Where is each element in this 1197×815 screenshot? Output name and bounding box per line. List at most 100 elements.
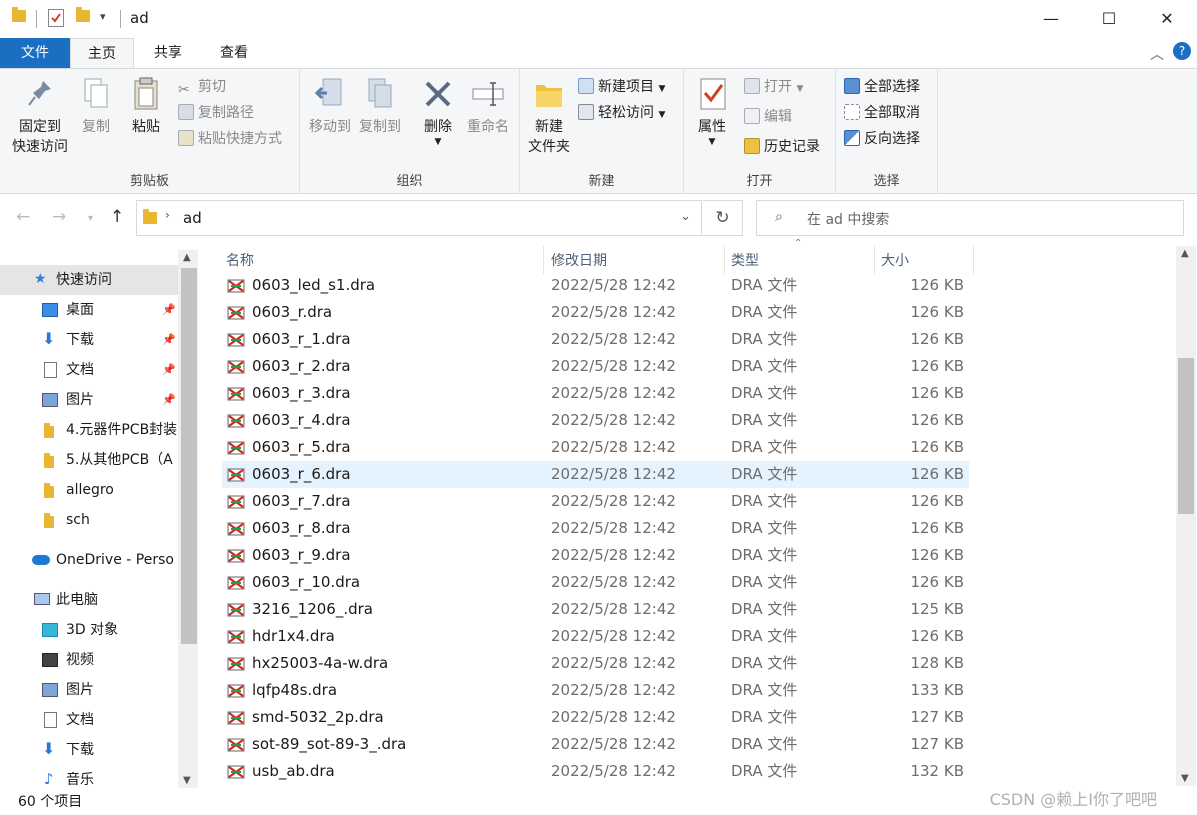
- tab-home[interactable]: 主页: [70, 38, 134, 68]
- scroll-down-icon[interactable]: ▼: [1181, 773, 1189, 784]
- nav-item-videos[interactable]: 视频: [0, 645, 178, 675]
- table-row[interactable]: 0603_r_7.dra 2022/5/28 12:42 DRA 文件 126 KB: [222, 488, 969, 515]
- table-row[interactable]: 0603_r_8.dra 2022/5/28 12:42 DRA 文件 126 KB: [222, 515, 969, 542]
- table-row[interactable]: 0603_r_10.dra 2022/5/28 12:42 DRA 文件 126 KB: [222, 569, 969, 596]
- search-input[interactable]: 在 ad 中搜索: [807, 209, 889, 229]
- nav-item-folder[interactable]: 5.从其他PCB（A: [0, 445, 178, 475]
- table-row[interactable]: 0603_r.dra 2022/5/28 12:42 DRA 文件 126 KB: [222, 299, 969, 326]
- column-size[interactable]: 大小: [877, 246, 974, 274]
- select-all-button[interactable]: 全部选择: [844, 77, 920, 97]
- scroll-up-icon[interactable]: ▲: [183, 252, 191, 263]
- tab-file[interactable]: 文件: [0, 38, 70, 68]
- table-row[interactable]: 0603_r_9.dra 2022/5/28 12:42 DRA 文件 126 KB: [222, 542, 969, 569]
- nav-item-downloads[interactable]: ⬇ 下载 📌: [0, 325, 178, 355]
- properties-check-icon[interactable]: [48, 9, 64, 27]
- table-row[interactable]: 0603_r_6.dra 2022/5/28 12:42 DRA 文件 126 KB: [222, 461, 969, 488]
- scroll-up-icon[interactable]: ▲: [1181, 248, 1189, 259]
- file-list-scrollbar[interactable]: ▲ ▼: [1176, 246, 1196, 786]
- tab-share[interactable]: 共享: [136, 38, 200, 68]
- pin-icon[interactable]: 📌: [162, 295, 176, 325]
- open-button[interactable]: 打开 ▼: [744, 77, 803, 99]
- new-folder-button[interactable]: 新建 文件夹: [526, 75, 572, 157]
- easy-access-button[interactable]: 轻松访问 ▼: [578, 103, 665, 125]
- copy-to-button[interactable]: 复制到: [356, 75, 404, 137]
- nav-item-folder[interactable]: sch: [0, 505, 178, 535]
- nav-item-this-pc[interactable]: 此电脑: [0, 585, 178, 615]
- cut-button[interactable]: ✂ 剪切: [178, 77, 226, 98]
- tab-view[interactable]: 查看: [202, 38, 266, 68]
- paste-button[interactable]: 粘贴: [126, 75, 166, 137]
- table-row[interactable]: 3216_1206_.dra 2022/5/28 12:42 DRA 文件 125 K…: [222, 596, 969, 623]
- nav-item-pictures[interactable]: 图片 📌: [0, 385, 178, 415]
- column-type[interactable]: 类型: [727, 246, 875, 274]
- table-row[interactable]: usb_ab.dra 2022/5/28 12:42 DRA 文件 132 KB: [222, 758, 969, 785]
- pin-icon[interactable]: 📌: [162, 325, 176, 355]
- nav-item-onedrive[interactable]: OneDrive - Perso: [0, 545, 178, 575]
- pin-icon[interactable]: 📌: [162, 355, 176, 385]
- table-row[interactable]: 0603_r_2.dra 2022/5/28 12:42 DRA 文件 126 KB: [222, 353, 969, 380]
- nav-item-pictures[interactable]: 图片: [0, 675, 178, 705]
- table-row[interactable]: hx25003-4a-w.dra 2022/5/28 12:42 DRA 文件 128…: [222, 650, 969, 677]
- nav-item-folder[interactable]: allegro: [0, 475, 178, 505]
- table-row[interactable]: 0603_r_4.dra 2022/5/28 12:42 DRA 文件 126 KB: [222, 407, 969, 434]
- file-name: 0603_r_4.dra: [252, 411, 351, 429]
- nav-item-folder[interactable]: 4.元器件PCB封装: [0, 415, 178, 445]
- nav-scrollbar-thumb[interactable]: [181, 268, 197, 644]
- folder-icon: [44, 453, 54, 468]
- delete-button[interactable]: 删除 ▼: [418, 75, 458, 147]
- move-to-button[interactable]: 移动到: [306, 75, 354, 137]
- nav-item-downloads[interactable]: ⬇ 下载: [0, 735, 178, 765]
- dra-file-icon: [227, 439, 245, 457]
- new-item-button[interactable]: 新建项目 ▼: [578, 77, 665, 99]
- file-list-scrollbar-thumb[interactable]: [1178, 358, 1194, 514]
- nav-item-documents[interactable]: 文档: [0, 705, 178, 735]
- nav-item-quick-access[interactable]: ★ 快速访问: [0, 265, 178, 295]
- pin-quick-access-button[interactable]: 固定到 快速访问: [8, 75, 72, 157]
- maximize-button[interactable]: ☐: [1080, 0, 1138, 38]
- select-none-button[interactable]: 全部取消: [844, 103, 920, 123]
- search-box[interactable]: ⌕ 在 ad 中搜索: [756, 200, 1184, 236]
- address-bar[interactable]: › ad ⌄: [136, 200, 702, 236]
- breadcrumb-current[interactable]: ad: [183, 209, 202, 227]
- pin-icon[interactable]: 📌: [162, 385, 176, 415]
- table-row[interactable]: 0603_r_5.dra 2022/5/28 12:42 DRA 文件 126 KB: [222, 434, 969, 461]
- history-button[interactable]: 历史记录: [744, 137, 820, 157]
- invert-selection-button[interactable]: 反向选择: [844, 129, 920, 149]
- up-arrow-icon[interactable]: ↑: [110, 207, 124, 227]
- forward-arrow-icon[interactable]: →: [52, 207, 66, 227]
- breadcrumb-chevron-icon[interactable]: ›: [165, 208, 170, 222]
- new-folder-quick-icon[interactable]: [76, 7, 90, 22]
- scroll-down-icon[interactable]: ▼: [183, 775, 191, 786]
- table-row[interactable]: smd-5032_2p.dra 2022/5/28 12:42 DRA 文件 127 …: [222, 704, 969, 731]
- table-row[interactable]: 0603_r_1.dra 2022/5/28 12:42 DRA 文件 126 KB: [222, 326, 969, 353]
- refresh-button[interactable]: ↻: [703, 200, 743, 236]
- address-dropdown-icon[interactable]: ⌄: [680, 209, 691, 224]
- table-row[interactable]: lqfp48s.dra 2022/5/28 12:42 DRA 文件 133 KB: [222, 677, 969, 704]
- edit-button[interactable]: 编辑: [744, 107, 792, 127]
- help-icon[interactable]: ?: [1173, 42, 1191, 60]
- file-name: smd-5032_2p.dra: [252, 708, 384, 726]
- table-row[interactable]: 0603_r_3.dra 2022/5/28 12:42 DRA 文件 126 KB: [222, 380, 969, 407]
- nav-item-documents[interactable]: 文档 📌: [0, 355, 178, 385]
- rename-button[interactable]: 重命名: [462, 75, 514, 137]
- column-name[interactable]: 名称: [222, 246, 544, 274]
- file-name: 0603_r_3.dra: [252, 384, 351, 402]
- customize-quick-access-icon[interactable]: ▾: [100, 10, 106, 23]
- nav-item-music[interactable]: ♪ 音乐: [0, 765, 178, 788]
- table-row[interactable]: 0603_led_s1.dra 2022/5/28 12:42 DRA 文件 126 …: [222, 272, 969, 299]
- recent-locations-chevron-icon[interactable]: ▾: [88, 213, 93, 224]
- table-row[interactable]: hdr1x4.dra 2022/5/28 12:42 DRA 文件 126 KB: [222, 623, 969, 650]
- table-row[interactable]: sot-89_sot-89-3_.dra 2022/5/28 12:42 DRA 文…: [222, 731, 969, 758]
- nav-item-3d-objects[interactable]: 3D 对象: [0, 615, 178, 645]
- copy-path-button[interactable]: 复制路径: [178, 103, 254, 123]
- properties-button[interactable]: 属性 ▼: [692, 75, 732, 147]
- paste-shortcut-button[interactable]: 粘贴快捷方式: [178, 129, 282, 149]
- column-date[interactable]: 修改日期: [547, 246, 725, 274]
- file-date: 2022/5/28 12:42: [551, 492, 676, 510]
- collapse-ribbon-icon[interactable]: ︿: [1150, 44, 1164, 64]
- close-button[interactable]: ✕: [1138, 0, 1196, 38]
- copy-button[interactable]: 复制: [76, 75, 116, 137]
- minimize-button[interactable]: —: [1022, 0, 1080, 38]
- nav-item-desktop[interactable]: 桌面 📌: [0, 295, 178, 325]
- back-arrow-icon[interactable]: ←: [16, 207, 30, 227]
